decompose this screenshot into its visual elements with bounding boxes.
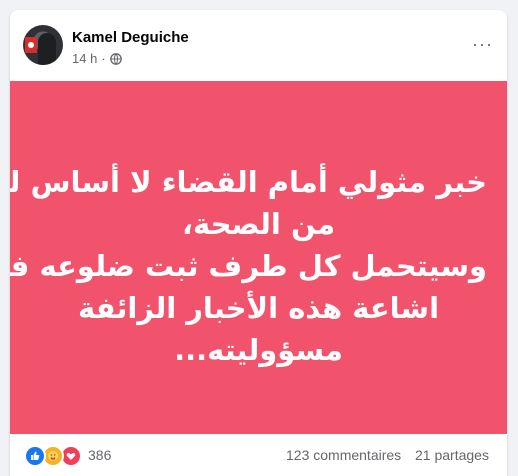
person-silhouette <box>38 33 56 65</box>
post-text-line: اشاعة هذه الأخبار الزائفة <box>77 291 440 325</box>
reaction-icons[interactable] <box>24 445 82 467</box>
post-header: Kamel Deguiche 14 h · ··· <box>10 10 507 80</box>
comments-link[interactable]: 123 commentaires <box>286 447 401 463</box>
post-background: خبر مثولي أمام القضاء لا أساس له من الصح… <box>10 81 507 434</box>
meta-separator: · <box>101 51 106 66</box>
shares-link[interactable]: 21 partages <box>415 447 489 463</box>
post-text-line: من الصحة، <box>181 207 336 241</box>
like-icon <box>24 445 46 467</box>
post-text-line: مسؤوليته... <box>174 333 343 367</box>
reaction-count[interactable]: 386 <box>88 447 111 463</box>
globe-icon[interactable] <box>109 52 122 65</box>
flag-icon <box>25 37 37 53</box>
post-card: Kamel Deguiche 14 h · ··· خبر مثولي أمام… <box>10 10 507 476</box>
post-footer: 386 123 commentaires 21 partages <box>10 434 507 476</box>
post-meta: 14 h · <box>72 51 122 66</box>
post-text-line: وسيتحمل كل طرف ثبت ضلوعه في <box>10 249 487 283</box>
author-avatar[interactable] <box>23 25 63 65</box>
author-name[interactable]: Kamel Deguiche <box>72 29 189 46</box>
post-timestamp[interactable]: 14 h <box>72 51 97 66</box>
more-options-button[interactable]: ··· <box>472 34 493 55</box>
post-text: خبر مثولي أمام القضاء لا أساس له من الصح… <box>10 161 487 371</box>
post-text-line: خبر مثولي أمام القضاء لا أساس له <box>10 165 487 199</box>
